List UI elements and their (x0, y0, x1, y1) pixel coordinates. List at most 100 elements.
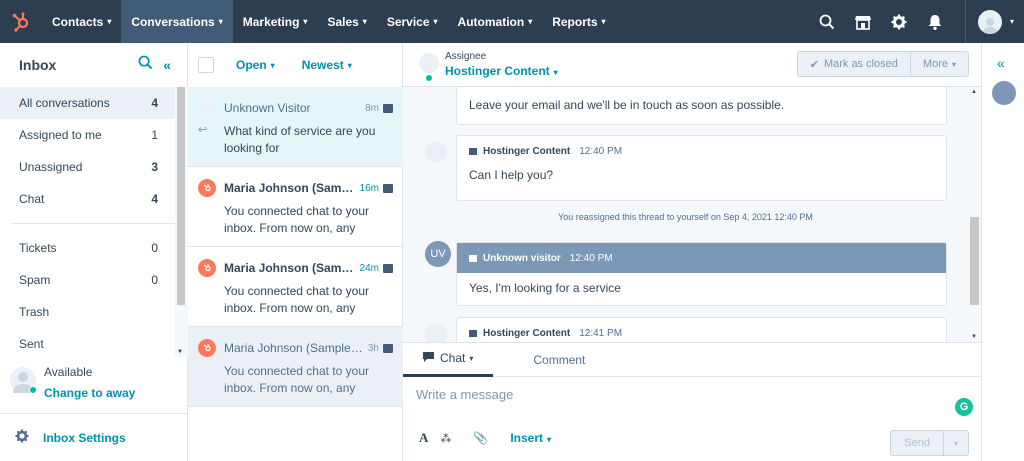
sidebar-item-trash[interactable]: Trash (0, 296, 175, 328)
gear-icon (15, 429, 29, 446)
send-button[interactable]: Send (891, 431, 944, 455)
avatar (198, 99, 216, 117)
scroll-down-arrow-icon[interactable]: ▼ (971, 334, 977, 340)
chat-channel-icon (469, 254, 477, 262)
nav-right-tools: ▾ (809, 0, 1024, 43)
sidebar-item-tickets[interactable]: Tickets 0 (0, 232, 175, 264)
message-time: 12:40 PM (579, 145, 623, 157)
assignee-selector[interactable]: Assignee Hostinger Content ▾ (419, 51, 558, 81)
sidebar-item-label: Assigned to me (19, 128, 102, 142)
nav-marketing[interactable]: Marketing ▾ (233, 0, 318, 43)
thread-list: Open ▾ Newest ▾ Unknown Visitor 8m ↩ What … (188, 43, 403, 461)
message-sender: Unknown visitor (483, 252, 561, 264)
thread-item[interactable]: Unknown Visitor 8m ↩ What kind of servic… (188, 87, 403, 167)
message-sender: Hostinger Content (483, 327, 571, 339)
chevron-down-icon: ▾ (218, 17, 223, 26)
thread-item[interactable]: Maria Johnson (Samp... 24m You connected… (188, 247, 403, 327)
system-message: You reassigned this thread to yourself o… (558, 212, 813, 222)
inbox-sidebar: Inbox « All conversations 4 Assigned to m… (0, 43, 188, 461)
avatar (425, 323, 447, 342)
nav-service[interactable]: Service ▾ (377, 0, 448, 43)
thread-sender: Maria Johnson (Samp... (224, 261, 356, 275)
scroll-up-arrow-icon[interactable]: ▲ (971, 89, 977, 95)
contact-avatar[interactable] (992, 81, 1016, 105)
nav-automation[interactable]: Automation ▾ (448, 0, 543, 43)
sidebar-item-assigned-to-me[interactable]: Assigned to me 1 (0, 119, 175, 151)
message-time: 12:40 PM (569, 252, 613, 264)
sidebar-item-label: All conversations (19, 96, 110, 110)
nav-reports[interactable]: Reports ▾ (542, 0, 615, 43)
status-filter-dropdown[interactable]: Open ▾ (236, 58, 275, 72)
attachment-icon[interactable]: 📎 (473, 431, 488, 445)
chevron-down-icon: ▾ (553, 68, 558, 77)
chevron-down-icon[interactable]: ▾ (1010, 17, 1014, 26)
nav-contacts[interactable]: Contacts ▾ (42, 0, 121, 43)
chevron-down-icon: ▾ (270, 60, 275, 70)
search-icon[interactable] (138, 55, 153, 75)
search-icon[interactable] (809, 0, 845, 43)
expand-sidebar-icon[interactable]: « (997, 55, 1005, 71)
more-button[interactable]: More ▾ (911, 52, 968, 76)
chat-channel-icon (469, 147, 477, 155)
composer-toolbar: A ⁂ 📎 Insert ▾ (419, 430, 551, 446)
insert-dropdown[interactable]: Insert ▾ (510, 431, 551, 445)
message-bubble: Unknown visitor 12:40 PM Yes, I'm lookin… (456, 242, 947, 306)
chevron-down-icon: ▾ (469, 353, 474, 363)
sidebar-item-label: Chat (19, 192, 45, 206)
reply-arrow-icon: ↩ (198, 124, 208, 136)
send-options-chevron-icon[interactable]: ▾ (944, 431, 968, 455)
sidebar-item-chat[interactable]: Chat 4 (0, 183, 175, 215)
grammarly-icon[interactable]: G (955, 398, 973, 416)
chat-channel-icon (383, 103, 393, 113)
gear-icon[interactable] (881, 0, 917, 43)
chat-channel-icon (383, 183, 393, 193)
select-all-checkbox[interactable] (198, 57, 214, 73)
scrollbar-thumb[interactable] (970, 217, 979, 305)
hubspot-logo-icon[interactable] (0, 0, 42, 43)
sidebar-item-count: 4 (151, 96, 158, 110)
scrollbar-thumb[interactable] (177, 87, 185, 305)
preview-spacer (198, 203, 216, 237)
snippet-icon[interactable]: ⁂ (440, 432, 451, 445)
avatar (10, 367, 37, 394)
sidebar-item-unassigned[interactable]: Unassigned 3 (0, 151, 175, 183)
thread-time: 3h (367, 342, 379, 354)
thread-sender: Maria Johnson (Sample ... (224, 341, 364, 355)
thread-item[interactable]: Maria Johnson (Sample ... 3h You connect… (188, 327, 403, 407)
message-body: Can I help you? (469, 168, 554, 182)
mark-as-closed-button[interactable]: ✔ Mark as closed (798, 52, 911, 76)
collapse-sidebar-icon[interactable]: « (163, 57, 171, 73)
sidebar-scrollbar[interactable]: ▼ (175, 87, 188, 357)
thread-preview: You connected chat to your inbox. From n… (224, 364, 369, 395)
thread-item[interactable]: Maria Johnson (Sample... 16m You connect… (188, 167, 403, 247)
message-input[interactable]: Write a message (416, 387, 513, 402)
availability-label: Available (44, 365, 93, 379)
conversation-header: Assignee Hostinger Content ▾ ✔ Mark as clo… (403, 43, 981, 87)
scroll-down-arrow-icon[interactable]: ▼ (177, 349, 183, 355)
online-indicator (29, 386, 37, 394)
assignee-name[interactable]: Hostinger Content ▾ (445, 64, 558, 78)
sidebar-item-sent[interactable]: Sent (0, 328, 175, 360)
message-bubble: Hostinger Content 12:40 PM Can I help yo… (456, 135, 947, 201)
marketplace-icon[interactable] (845, 0, 881, 43)
notifications-bell-icon[interactable] (917, 0, 953, 43)
thread-preview: What kind of service are you looking for (224, 124, 376, 155)
sidebar-item-count: 0 (151, 241, 158, 255)
sidebar-item-count: 0 (151, 273, 158, 287)
assignee-label: Assignee (445, 51, 487, 62)
sidebar-item-all-conversations[interactable]: All conversations 4 (0, 87, 175, 119)
nav-sales[interactable]: Sales ▾ (317, 0, 376, 43)
nav-conversations[interactable]: Conversations ▾ (121, 0, 233, 43)
user-avatar[interactable] (977, 9, 1002, 34)
sidebar-item-spam[interactable]: Spam 0 (0, 264, 175, 296)
check-icon: ✔ (809, 58, 819, 71)
tab-chat[interactable]: Chat ▾ (403, 343, 494, 377)
thread-sender: Maria Johnson (Sample... (224, 181, 356, 195)
nav-divider (964, 0, 966, 43)
sort-filter-dropdown[interactable]: Newest ▾ (302, 58, 352, 72)
messages-scrollbar[interactable]: ▲ ▼ (968, 87, 981, 342)
change-to-away-link[interactable]: Change to away (44, 386, 135, 400)
inbox-settings-link[interactable]: Inbox Settings (0, 413, 188, 461)
text-format-icon[interactable]: A (419, 430, 428, 446)
tab-comment[interactable]: Comment (513, 343, 605, 377)
